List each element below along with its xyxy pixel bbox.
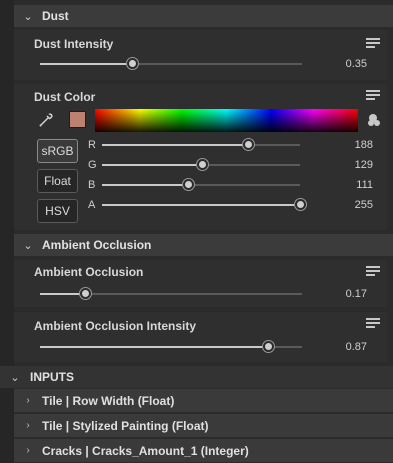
input-row-label: Cracks | Cracks_Amount_1 (Integer) <box>42 443 249 458</box>
channel-r-value[interactable]: 188 <box>355 139 373 151</box>
channel-a-label: A <box>88 199 96 211</box>
input-row-label: Tile | Stylized Painting (Float) <box>42 418 209 433</box>
input-row-tile-stylized-painting[interactable]: › Tile | Stylized Painting (Float) <box>14 414 393 438</box>
slider-fill <box>102 184 189 186</box>
ambient-occlusion-value[interactable]: 0.17 <box>346 288 367 300</box>
dust-color-label: Dust Color <box>34 90 96 104</box>
channel-g-slider[interactable] <box>102 159 300 170</box>
dust-section-title: Dust <box>42 9 69 23</box>
slider-handle[interactable] <box>183 179 195 190</box>
slider-handle[interactable] <box>262 341 274 352</box>
ao-intensity-value[interactable]: 0.87 <box>346 341 367 353</box>
channel-g-value[interactable]: 129 <box>355 159 373 171</box>
menu-icon[interactable] <box>366 38 380 50</box>
slider-handle[interactable] <box>295 199 306 210</box>
slider-fill <box>102 164 203 166</box>
chevron-down-icon: ⌄ <box>23 239 33 252</box>
menu-icon[interactable] <box>366 266 380 278</box>
dust-color-panel: Dust Color sRGB Float HSV R 188 G 129 B … <box>14 84 387 230</box>
srgb-mode-button[interactable]: sRGB <box>37 139 78 163</box>
channel-a-slider[interactable] <box>102 199 306 210</box>
channel-a-value[interactable]: 255 <box>355 199 373 211</box>
ambient-occlusion-panel: Ambient Occlusion 0.17 <box>14 260 387 307</box>
input-row-label: Tile | Row Width (Float) <box>42 393 175 408</box>
chevron-down-icon: ⌄ <box>23 10 33 23</box>
dust-section-header[interactable]: ⌄ Dust <box>14 5 393 27</box>
slider-handle[interactable] <box>197 159 209 170</box>
slider-handle[interactable] <box>242 139 254 150</box>
slider-fill <box>102 204 300 206</box>
dust-intensity-slider[interactable] <box>40 58 302 69</box>
hsv-mode-button[interactable]: HSV <box>37 199 78 223</box>
slider-fill <box>40 293 85 295</box>
channel-r-slider[interactable] <box>102 139 300 150</box>
dust-intensity-panel: Dust Intensity 0.35 <box>14 30 387 80</box>
dust-intensity-value[interactable]: 0.35 <box>346 58 367 70</box>
input-row-cracks-amount[interactable]: › Cracks | Cracks_Amount_1 (Integer) <box>14 439 393 463</box>
chevron-right-icon: › <box>26 395 30 406</box>
dust-intensity-label: Dust Intensity <box>34 37 114 51</box>
left-gutter <box>0 0 14 463</box>
chevron-down-icon: ⌄ <box>10 371 20 384</box>
slider-fill <box>40 346 268 348</box>
color-spectrum-picker[interactable] <box>95 109 358 132</box>
eyedropper-icon[interactable] <box>38 112 54 128</box>
slider-fill <box>102 144 248 146</box>
channel-g-label: G <box>88 159 97 171</box>
slider-handle[interactable] <box>79 288 91 299</box>
float-mode-button[interactable]: Float <box>37 169 78 193</box>
chevron-right-icon: › <box>26 420 30 431</box>
channel-b-label: B <box>88 179 96 191</box>
slider-fill <box>40 63 132 65</box>
ambient-occlusion-label: Ambient Occlusion <box>34 265 144 279</box>
color-swatch[interactable] <box>69 111 86 128</box>
chevron-right-icon: › <box>26 445 30 456</box>
ao-intensity-label: Ambient Occlusion Intensity <box>34 319 197 333</box>
ambient-occlusion-section-header[interactable]: ⌄ Ambient Occlusion <box>14 234 393 256</box>
ao-intensity-slider[interactable] <box>40 341 302 352</box>
input-row-tile-row-width[interactable]: › Tile | Row Width (Float) <box>14 389 393 413</box>
channel-r-label: R <box>88 139 96 151</box>
palette-icon[interactable] <box>366 112 382 128</box>
ao-intensity-panel: Ambient Occlusion Intensity 0.87 <box>14 312 387 362</box>
channel-b-value[interactable]: 111 <box>356 179 373 191</box>
inputs-section-title: INPUTS <box>30 370 75 384</box>
ambient-occlusion-slider[interactable] <box>40 288 302 299</box>
menu-icon[interactable] <box>366 90 380 102</box>
inputs-section-header[interactable]: ⌄ INPUTS <box>0 366 393 388</box>
menu-icon[interactable] <box>366 318 380 330</box>
ambient-occlusion-section-title: Ambient Occlusion <box>42 238 152 252</box>
slider-handle[interactable] <box>126 58 138 69</box>
channel-b-slider[interactable] <box>102 179 300 190</box>
